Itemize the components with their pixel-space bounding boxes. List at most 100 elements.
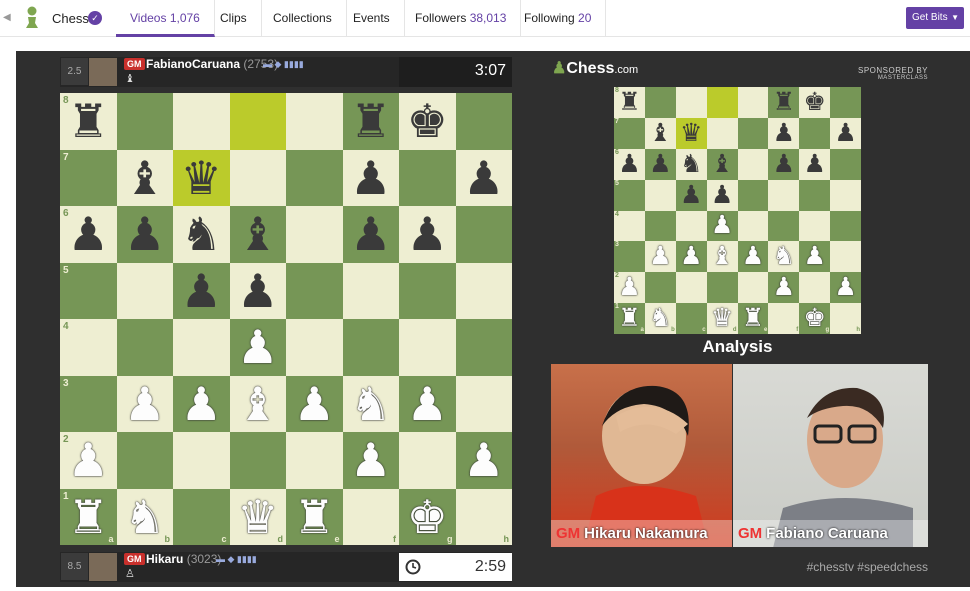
square-g4[interactable] [799,210,831,242]
tab-clips[interactable]: Clips [206,0,262,37]
square-e8[interactable] [286,93,343,150]
square-f2[interactable]: ♟ [768,272,800,304]
analysis-chess-board[interactable]: ♜ 8 ♜ ♚ 7 ♝ ♛ ♟ ♟ ♟ 6 ♟ ♞ ♝ ♟ ♟ 5 ♟ ♟ 4 ♟ 3 ♟ ♟ ♝ ♟ ♞ ♟ ♟ 2 ♟ ♟ ♜ 1 a ♞ b c ♛ d… [614,87,861,334]
black-pawn-icon[interactable]: ♟ [773,120,795,146]
square-d3[interactable]: ♝ [229,375,286,432]
square-f3[interactable]: ♞ [342,375,399,432]
square-c4[interactable] [675,210,707,242]
square-d2[interactable] [706,272,738,304]
main-chess-board[interactable]: ♜ 8 ♜ ♚ 7 ♝ ♛ ♟ ♟ ♟ 6 ♟ ♞ ♝ ♟ ♟ 5 ♟ ♟ 4 ♟ 3 ♟ ♟ ♝ ♟ ♞ ♟ ♟ 2 ♟ ♟ ♜ 1 a ♞ b c ♛ d… [60,93,512,545]
square-d5[interactable]: ♟ [706,179,738,211]
square-h6[interactable] [830,148,861,180]
square-c2[interactable] [173,432,230,489]
square-d1[interactable]: ♛ d [229,488,286,545]
square-c1[interactable]: c [675,303,707,334]
square-f7[interactable]: ♟ [768,117,800,149]
white-rook-icon[interactable]: ♜ [742,306,764,331]
square-a6[interactable]: ♟ 6 [60,206,117,263]
square-h3[interactable] [830,241,861,273]
square-e2[interactable] [286,432,343,489]
white-knight-icon[interactable]: ♞ [773,244,795,269]
square-a2[interactable]: ♟ 2 [60,432,117,489]
square-g6[interactable]: ♟ [399,206,456,263]
square-b3[interactable]: ♟ [644,241,676,273]
white-bishop-icon[interactable]: ♝ [237,381,278,427]
black-bishop-icon[interactable]: ♝ [649,120,671,146]
square-a4[interactable]: 4 [60,319,117,376]
square-d2[interactable] [229,432,286,489]
black-bishop-icon[interactable]: ♝ [237,211,278,257]
square-g7[interactable] [799,117,831,149]
square-c8[interactable] [173,93,230,150]
square-d4[interactable]: ♟ [706,210,738,242]
black-knight-icon[interactable]: ♞ [181,211,222,257]
white-pawn-icon[interactable]: ♟ [237,324,278,370]
square-h7[interactable]: ♟ [830,117,861,149]
white-pawn-icon[interactable]: ♟ [711,213,733,238]
square-e7[interactable] [737,117,769,149]
square-h1[interactable]: h [830,303,861,334]
square-g6[interactable]: ♟ [799,148,831,180]
square-c4[interactable] [173,319,230,376]
white-queen-icon[interactable]: ♛ [711,306,733,331]
square-f8[interactable]: ♜ [342,93,399,150]
white-queen-icon[interactable]: ♛ [237,494,278,540]
collapse-arrow-icon[interactable]: ◀ [3,12,11,23]
square-g4[interactable] [399,319,456,376]
square-f4[interactable] [768,210,800,242]
square-a5[interactable]: 5 [60,262,117,319]
square-b6[interactable]: ♟ [116,206,173,263]
black-king-icon[interactable]: ♚ [407,98,448,144]
square-b6[interactable]: ♟ [644,148,676,180]
black-pawn-icon[interactable]: ♟ [680,182,702,208]
white-knight-icon[interactable]: ♞ [124,494,165,540]
square-a4[interactable]: 4 [614,210,645,242]
white-pawn-icon[interactable]: ♟ [181,381,222,427]
square-g1[interactable]: ♚ g [399,488,456,545]
square-e3[interactable]: ♟ [286,375,343,432]
pawn-logo-icon[interactable] [22,5,42,31]
black-pawn-icon[interactable]: ♟ [773,151,795,177]
square-f1[interactable]: f [342,488,399,545]
square-c5[interactable]: ♟ [173,262,230,319]
square-h2[interactable]: ♟ [830,272,861,304]
white-knight-icon[interactable]: ♞ [350,381,391,427]
black-pawn-icon[interactable]: ♟ [124,211,165,257]
black-pawn-icon[interactable]: ♟ [618,151,640,177]
square-b5[interactable] [116,262,173,319]
white-pawn-icon[interactable]: ♟ [463,437,504,483]
square-f1[interactable]: f [768,303,800,334]
square-f4[interactable] [342,319,399,376]
black-pawn-icon[interactable]: ♟ [350,211,391,257]
square-f5[interactable] [342,262,399,319]
white-pawn-icon[interactable]: ♟ [407,381,448,427]
square-d3[interactable]: ♝ [706,241,738,273]
square-b3[interactable]: ♟ [116,375,173,432]
square-e1[interactable]: ♜ e [286,488,343,545]
square-d6[interactable]: ♝ [706,148,738,180]
square-g8[interactable]: ♚ [799,87,831,118]
white-pawn-icon[interactable]: ♟ [773,275,795,300]
square-a5[interactable]: 5 [614,179,645,211]
square-f5[interactable] [768,179,800,211]
square-b1[interactable]: ♞ b [644,303,676,334]
square-b8[interactable] [116,93,173,150]
square-h8[interactable] [455,93,512,150]
square-g5[interactable] [799,179,831,211]
square-g7[interactable] [399,149,456,206]
black-bishop-icon[interactable]: ♝ [124,155,165,201]
white-pawn-icon[interactable]: ♟ [124,381,165,427]
square-b7[interactable]: ♝ [116,149,173,206]
square-g3[interactable]: ♟ [799,241,831,273]
black-pawn-icon[interactable]: ♟ [649,151,671,177]
black-pawn-icon[interactable]: ♟ [181,268,222,314]
square-h6[interactable] [455,206,512,263]
channel-name[interactable]: Chess [52,11,89,26]
square-h5[interactable] [830,179,861,211]
square-g2[interactable] [399,432,456,489]
white-rook-icon[interactable]: ♜ [68,494,109,540]
square-a8[interactable]: ♜ 8 [60,93,117,150]
white-knight-icon[interactable]: ♞ [649,306,671,331]
black-pawn-icon[interactable]: ♟ [463,155,504,201]
white-rook-icon[interactable]: ♜ [294,494,335,540]
